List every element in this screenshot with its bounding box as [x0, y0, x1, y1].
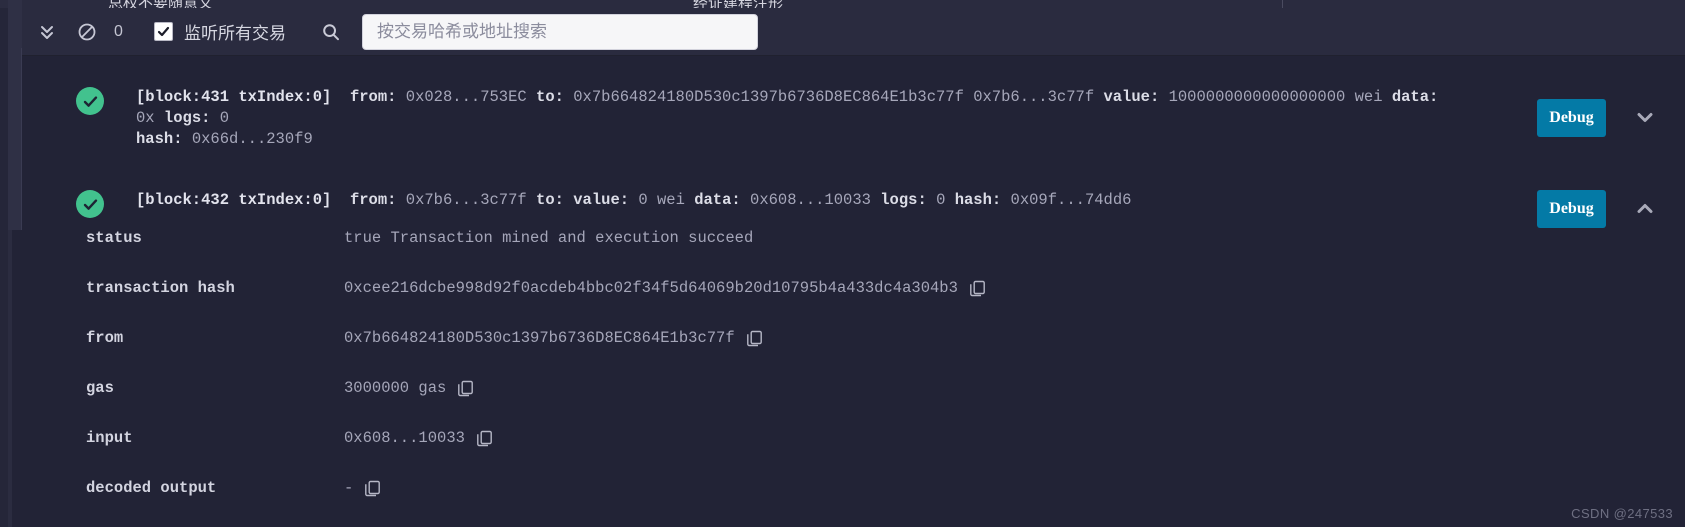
transaction-details: status true Transaction mined and execut…: [86, 227, 1685, 527]
chevron-up-icon[interactable]: [1629, 193, 1661, 225]
log-count: 0: [114, 22, 123, 40]
partial-tab-label-1: 总权不要随意义: [108, 0, 213, 8]
field-value-from: 0x028...753EC: [405, 88, 527, 106]
copy-icon[interactable]: [746, 330, 763, 347]
detail-key: transaction hash: [86, 279, 235, 297]
detail-key: from: [86, 329, 124, 347]
left-rail-side-block: [8, 48, 22, 230]
copy-icon[interactable]: [457, 380, 474, 397]
field-key-data: data:: [1391, 88, 1439, 106]
search-icon[interactable]: [318, 19, 344, 45]
field-value-value: 1000000000000000000 wei: [1168, 88, 1383, 106]
transaction-entry[interactable]: [block:431 txIndex:0] from: 0x028...753E…: [22, 87, 1685, 150]
field-key-hash: hash:: [954, 191, 1002, 209]
copy-icon[interactable]: [476, 430, 493, 447]
detail-value-text: 0x7b664824180D530c1397b6736D8EC864E1b3c7…: [344, 329, 735, 347]
listen-all-transactions-label: 监听所有交易: [184, 24, 286, 43]
detail-row-input: input 0x608...10033: [86, 427, 1685, 477]
detail-value-text: 0xcee216dcbe998d92f0acdeb4bbc02f34f5d640…: [344, 279, 958, 297]
field-value-data: 0x608...10033: [750, 191, 871, 209]
detail-value: 0x608...10033: [344, 427, 493, 447]
field-value-logs: 0: [219, 109, 230, 127]
top-strip-divider: [1282, 0, 1283, 8]
detail-row-from: from 0x7b664824180D530c1397b6736D8EC864E…: [86, 327, 1685, 377]
partial-top-tab-strip: 总权不要随意义 经证建程注形: [0, 0, 1685, 8]
field-value-to: 0x7b664824180D530c1397b6736D8EC864E1b3c7…: [573, 88, 1095, 106]
search-input[interactable]: [375, 20, 745, 43]
detail-value-text: 3000000 gas: [344, 379, 447, 397]
field-key-value: value:: [1103, 88, 1160, 106]
field-value-from: 0x7b6...3c77f: [405, 191, 527, 209]
remix-terminal-panel: 总权不要随意义 经证建程注形 0 监听所有交易: [0, 0, 1685, 527]
field-key-logs: logs:: [163, 109, 211, 127]
debug-button[interactable]: Debug: [1537, 99, 1606, 137]
search-box[interactable]: [362, 13, 758, 50]
watermark: CSDN @247533: [1571, 506, 1673, 521]
detail-key: decoded output: [86, 479, 217, 497]
transaction-summary: [block:432 txIndex:0] from: 0x7b6...3c77…: [136, 190, 1455, 211]
field-key-data: data:: [694, 191, 741, 209]
field-value-hash: 0x09f...74dd6: [1010, 191, 1132, 209]
block-label: [block:432 txIndex:0]: [136, 191, 332, 209]
left-rail-top-block: [8, 0, 22, 48]
detail-value: 0x7b664824180D530c1397b6736D8EC864E1b3c7…: [344, 327, 763, 347]
copy-icon[interactable]: [969, 280, 986, 297]
detail-value: 0xcee216dcbe998d92f0acdeb4bbc02f34f5d640…: [344, 277, 986, 297]
copy-icon[interactable]: [364, 480, 381, 497]
field-key-value: value:: [573, 191, 630, 209]
detail-row-gas: gas 3000000 gas: [86, 377, 1685, 427]
detail-value: 3000000 gas: [344, 377, 474, 397]
field-key-from: from:: [349, 191, 397, 209]
detail-value-text: 0x608...10033: [344, 429, 465, 447]
listen-all-transactions-checkbox[interactable]: [154, 22, 173, 41]
ban-circle-icon[interactable]: [74, 19, 100, 45]
field-value-logs: 0: [936, 191, 946, 209]
detail-key: gas: [86, 379, 114, 397]
detail-row-decoded-output: decoded output -: [86, 477, 1685, 527]
field-value-data: 0x: [136, 109, 155, 127]
left-rail-inner: [0, 8, 8, 527]
transaction-entry[interactable]: [block:432 txIndex:0] from: 0x7b6...3c77…: [22, 190, 1685, 527]
field-key-from: from:: [349, 88, 397, 106]
check-circle-icon: [76, 190, 104, 218]
detail-key: input: [86, 429, 133, 447]
double-chevron-down-icon[interactable]: [34, 19, 60, 45]
check-circle-icon: [76, 87, 104, 115]
detail-value-text: -: [344, 479, 354, 497]
debug-button[interactable]: Debug: [1537, 190, 1606, 228]
transaction-summary: [block:431 txIndex:0] from: 0x028...753E…: [136, 87, 1455, 150]
block-label: [block:431 txIndex:0]: [136, 88, 332, 106]
detail-value-text: true Transaction mined and execution suc…: [344, 229, 754, 247]
detail-row-status: status true Transaction mined and execut…: [86, 227, 1685, 277]
partial-tab-label-2: 经证建程注形: [693, 0, 783, 8]
field-key-to: to:: [536, 88, 564, 106]
field-key-hash: hash:: [136, 130, 183, 148]
field-key-to: to:: [536, 191, 564, 209]
transaction-log-list[interactable]: [block:431 txIndex:0] from: 0x028...753E…: [22, 56, 1685, 527]
chevron-down-icon[interactable]: [1629, 101, 1661, 133]
detail-key: status: [86, 229, 142, 247]
field-key-logs: logs:: [880, 191, 927, 209]
detail-value: -: [344, 477, 381, 497]
terminal-toolbar: 0 监听所有交易: [22, 8, 1685, 56]
detail-value: true Transaction mined and execution suc…: [344, 227, 753, 247]
field-value-hash: 0x66d...230f9: [191, 130, 313, 148]
detail-row-transaction-hash: transaction hash 0xcee216dcbe998d92f0acd…: [86, 277, 1685, 327]
field-value-value: 0 wei: [638, 191, 685, 209]
